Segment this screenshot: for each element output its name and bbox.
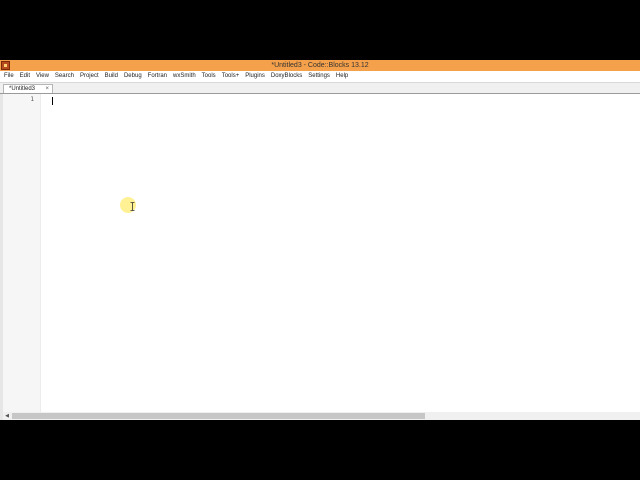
horizontal-scrollbar[interactable]: ◀ bbox=[3, 412, 640, 420]
menu-doxyblocks[interactable]: DoxyBlocks bbox=[268, 71, 305, 82]
close-icon[interactable]: × bbox=[45, 85, 49, 93]
line-number-gutter: 1 bbox=[3, 94, 41, 412]
menu-bar: File Edit View Search Project Build Debu… bbox=[0, 71, 640, 83]
tab-label: *Untitled3 bbox=[9, 86, 36, 92]
menu-file[interactable]: File bbox=[0, 71, 17, 82]
codeblocks-window: *Untitled3 - Code::Blocks 13.12 File Edi… bbox=[0, 60, 640, 420]
menu-edit[interactable]: Edit bbox=[17, 71, 33, 82]
menu-fortran[interactable]: Fortran bbox=[145, 71, 170, 82]
menu-tools[interactable]: Tools bbox=[199, 71, 219, 82]
title-bar[interactable]: *Untitled3 - Code::Blocks 13.12 bbox=[0, 60, 640, 71]
text-caret bbox=[52, 97, 53, 105]
editor-tab-strip: *Untitled3 × bbox=[0, 83, 640, 94]
menu-search[interactable]: Search bbox=[52, 71, 77, 82]
text-ibeam-cursor-icon bbox=[130, 202, 135, 211]
tab-untitled3[interactable]: *Untitled3 × bbox=[3, 84, 53, 93]
menu-debug[interactable]: Debug bbox=[121, 71, 145, 82]
menu-plugins[interactable]: Plugins bbox=[242, 71, 268, 82]
menu-settings[interactable]: Settings bbox=[305, 71, 333, 82]
scroll-left-arrow-icon[interactable]: ◀ bbox=[3, 412, 11, 420]
line-number: 1 bbox=[30, 96, 34, 103]
scrollbar-thumb[interactable] bbox=[12, 413, 425, 419]
menu-project[interactable]: Project bbox=[77, 71, 102, 82]
menu-help[interactable]: Help bbox=[333, 71, 351, 82]
menu-tools-plus[interactable]: Tools+ bbox=[219, 71, 243, 82]
menu-build[interactable]: Build bbox=[102, 71, 121, 82]
window-title: *Untitled3 - Code::Blocks 13.12 bbox=[271, 62, 369, 69]
menu-view[interactable]: View bbox=[33, 71, 52, 82]
code-editor[interactable]: 1 bbox=[3, 94, 640, 412]
menu-wxsmith[interactable]: wxSmith bbox=[170, 71, 199, 82]
screen: *Untitled3 - Code::Blocks 13.12 File Edi… bbox=[0, 0, 640, 480]
